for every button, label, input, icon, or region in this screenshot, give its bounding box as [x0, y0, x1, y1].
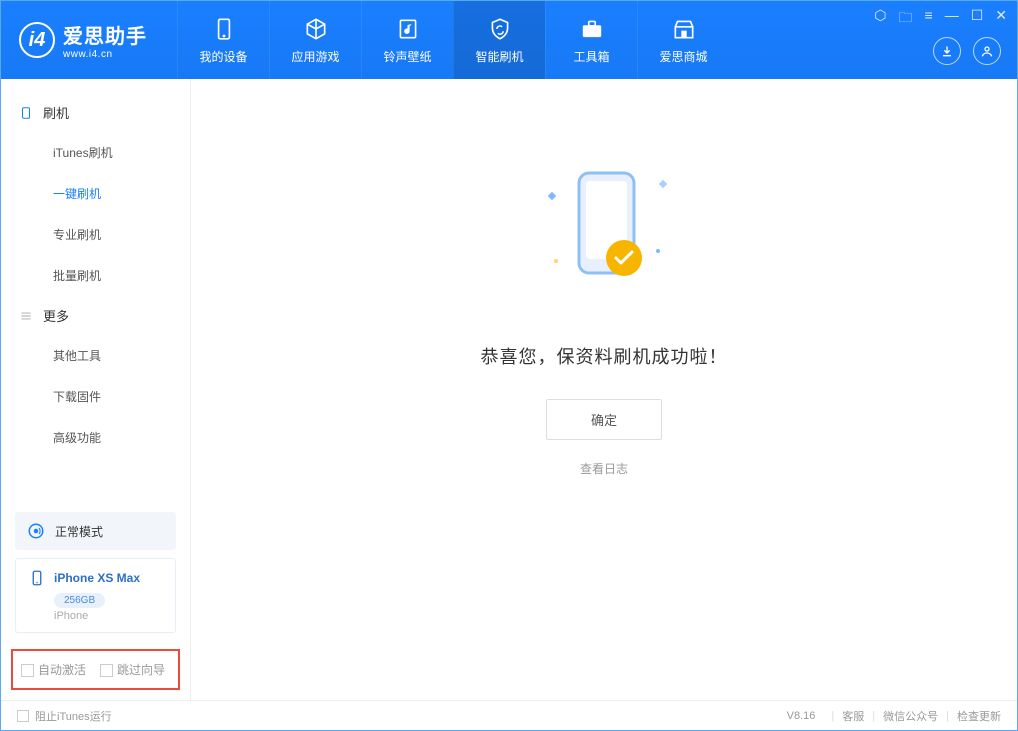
cube-icon	[303, 16, 329, 42]
checkbox-block-itunes[interactable]	[17, 710, 29, 722]
close-button[interactable]: ✕	[995, 7, 1007, 31]
more-group-icon	[19, 309, 33, 323]
nav-label: 铃声壁纸	[383, 48, 431, 65]
menu-icon[interactable]: ≡	[925, 7, 933, 31]
nav-my-device[interactable]: 我的设备	[177, 1, 269, 79]
highlighted-options: 自动激活 跳过向导	[11, 649, 180, 690]
sidebar-item-pro-flash[interactable]: 专业刷机	[1, 214, 190, 255]
device-capacity: 256GB	[54, 593, 105, 608]
sidebar-item-advanced[interactable]: 高级功能	[1, 417, 190, 458]
checkbox-auto-activate[interactable]: 自动激活	[21, 661, 86, 678]
nav-label: 应用游戏	[291, 48, 339, 65]
flash-group-icon	[19, 106, 33, 120]
nav-apps-games[interactable]: 应用游戏	[269, 1, 361, 79]
checkbox-skip-guide[interactable]: 跳过向导	[100, 661, 165, 678]
device-type: iPhone	[54, 610, 163, 622]
nav-label: 我的设备	[199, 48, 247, 65]
nav-label: 智能刷机	[475, 48, 523, 65]
shirt-icon[interactable]: ⬡	[874, 7, 886, 31]
footer-link-support[interactable]: 客服	[842, 708, 864, 724]
footer-link-wechat[interactable]: 微信公众号	[883, 708, 938, 724]
logo-icon: i4	[19, 22, 55, 58]
device-box[interactable]: iPhone XS Max 256GB iPhone	[15, 558, 176, 633]
maximize-button[interactable]: ☐	[971, 7, 984, 31]
store-icon	[671, 16, 697, 42]
view-log-link[interactable]: 查看日志	[414, 460, 794, 477]
version-label: V8.16	[787, 710, 816, 722]
nav-smart-flash[interactable]: 智能刷机	[453, 1, 545, 79]
sidebar-item-itunes-flash[interactable]: iTunes刷机	[1, 132, 190, 173]
main-content: 恭喜您，保资料刷机成功啦！ 确定 查看日志	[191, 79, 1017, 700]
minimize-button[interactable]: —	[945, 7, 959, 31]
mode-icon	[27, 522, 45, 540]
footer: 阻止iTunes运行 V8.16 | 客服 | 微信公众号 | 检查更新	[1, 700, 1017, 730]
logo: i4 爱思助手 www.i4.cn	[1, 1, 165, 79]
window-controls: ⬡ 🗀 ≡ — ☐ ✕	[874, 7, 1007, 31]
lock-icon[interactable]: 🗀	[899, 7, 913, 31]
sidebar-group-flash[interactable]: 刷机	[1, 93, 190, 132]
header-right-buttons	[933, 37, 1001, 65]
toolbox-icon	[579, 16, 605, 42]
device-name: iPhone XS Max	[54, 571, 140, 585]
nav-label: 爱思商城	[659, 48, 707, 65]
sidebar-item-other-tools[interactable]: 其他工具	[1, 335, 190, 376]
body: 刷机 iTunes刷机 一键刷机 专业刷机 批量刷机 更多 其他工具 下载固件 …	[1, 79, 1017, 700]
app-title: 爱思助手	[63, 20, 147, 49]
block-itunes-label: 阻止iTunes运行	[35, 708, 112, 724]
device-phone-icon	[28, 569, 46, 587]
ok-button[interactable]: 确定	[546, 399, 662, 440]
app-subtitle: www.i4.cn	[63, 49, 147, 60]
success-illustration	[524, 153, 684, 313]
success-message: 恭喜您，保资料刷机成功啦！	[414, 343, 794, 369]
nav-store[interactable]: 爱思商城	[637, 1, 729, 79]
user-button[interactable]	[973, 37, 1001, 65]
device-icon	[211, 16, 237, 42]
app-header: i4 爱思助手 www.i4.cn 我的设备 应用游戏 铃声壁纸 智能刷机 工具…	[1, 1, 1017, 79]
footer-link-check-update[interactable]: 检查更新	[957, 708, 1001, 724]
sidebar-item-oneclick-flash[interactable]: 一键刷机	[1, 173, 190, 214]
sidebar-item-batch-flash[interactable]: 批量刷机	[1, 255, 190, 296]
nav-toolbox[interactable]: 工具箱	[545, 1, 637, 79]
shield-refresh-icon	[487, 16, 513, 42]
top-nav: 我的设备 应用游戏 铃声壁纸 智能刷机 工具箱 爱思商城	[177, 1, 729, 79]
nav-ringtone-wallpaper[interactable]: 铃声壁纸	[361, 1, 453, 79]
mode-label: 正常模式	[55, 523, 103, 540]
nav-label: 工具箱	[573, 48, 609, 65]
sidebar: 刷机 iTunes刷机 一键刷机 专业刷机 批量刷机 更多 其他工具 下载固件 …	[1, 79, 191, 700]
sidebar-group-more[interactable]: 更多	[1, 296, 190, 335]
download-button[interactable]	[933, 37, 961, 65]
music-note-icon	[395, 16, 421, 42]
sidebar-item-download-firmware[interactable]: 下载固件	[1, 376, 190, 417]
mode-box[interactable]: 正常模式	[15, 512, 176, 550]
